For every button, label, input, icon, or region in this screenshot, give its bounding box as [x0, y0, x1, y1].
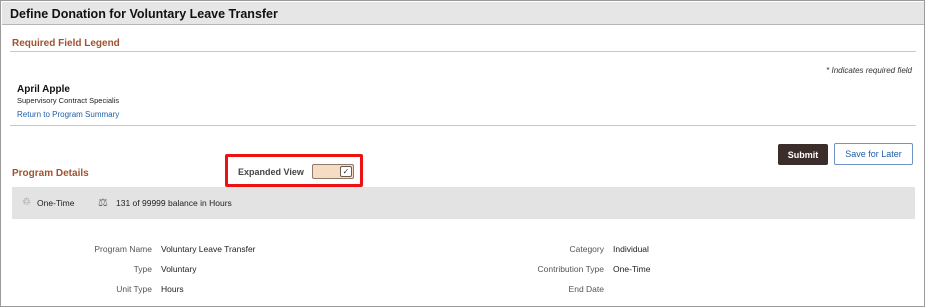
balance-text: 131 of 99999 balance in Hours — [116, 198, 232, 208]
program-name-value: Voluntary Leave Transfer — [161, 244, 256, 254]
checkmark-icon: ✓ — [340, 166, 352, 177]
page-title: Define Donation for Voluntary Leave Tran… — [10, 7, 278, 21]
employee-name: April Apple — [17, 84, 70, 95]
type-label: Type — [133, 264, 152, 274]
program-summary-bar: ♲ One-Time ⚖ 131 of 99999 balance in Hou… — [12, 187, 915, 219]
type-value: Voluntary — [161, 264, 197, 274]
program-details-header: Program Details — [12, 168, 89, 179]
balance-scale-icon: ⚖ — [98, 197, 108, 209]
page-frame: Define Donation for Voluntary Leave Tran… — [0, 0, 925, 307]
save-for-later-button[interactable]: Save for Later — [834, 143, 913, 165]
required-field-note: * Indicates required field — [826, 66, 912, 75]
section-divider — [10, 125, 916, 126]
end-date-label: End Date — [568, 284, 604, 294]
category-value: Individual — [613, 244, 649, 254]
employee-department: Supervisory Contract Specialis — [17, 96, 120, 105]
legend-divider — [10, 51, 916, 52]
frequency-text: One-Time — [37, 198, 75, 208]
submit-button[interactable]: Submit — [778, 144, 828, 165]
recurrence-icon: ♲ — [22, 197, 31, 208]
contribution-type-label: Contribution Type — [537, 264, 604, 274]
unit-type-label: Unit Type — [116, 284, 152, 294]
program-name-label: Program Name — [94, 244, 152, 254]
expanded-view-toggle[interactable]: ✓ — [312, 164, 354, 179]
required-field-legend-header: Required Field Legend — [12, 38, 120, 49]
title-bar: Define Donation for Voluntary Leave Tran… — [2, 2, 924, 25]
category-label: Category — [569, 244, 605, 254]
return-to-program-summary-link[interactable]: Return to Program Summary — [17, 110, 119, 119]
expanded-view-label: Expanded View — [238, 167, 304, 177]
contribution-type-value: One-Time — [613, 264, 651, 274]
unit-type-value: Hours — [161, 284, 184, 294]
